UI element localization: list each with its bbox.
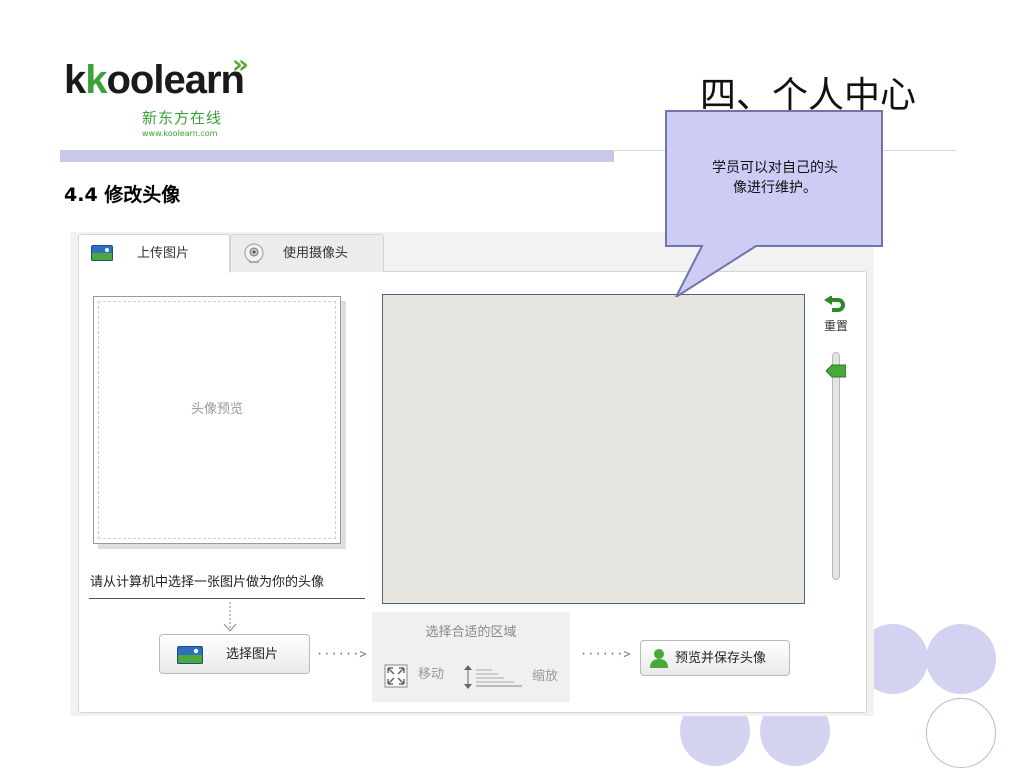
avatar-preview-inner [98,301,336,539]
select-picture-label: 选择图片 [226,647,279,662]
image-crop-area[interactable] [382,294,805,604]
flow-arrow: ······> [316,647,367,661]
koolearn-logo-wordmark: kkoolearn [64,56,245,104]
logo-chevron-icon: » [232,50,249,80]
picture-icon [91,245,113,261]
move-label: 移动 [418,667,445,682]
webcam-icon [243,242,265,264]
move-icon [384,664,408,688]
select-picture-button[interactable]: 选择图片 [159,634,310,674]
tab-use-webcam[interactable]: 使用摄像头 [230,234,384,272]
callout-line-1: 学员可以对自己的头 [712,160,838,176]
callout-text: 学员可以对自己的头 像进行维护。 [672,158,878,198]
picture-icon [177,646,203,664]
callout-bubble [664,109,884,300]
zoom-label: 缩放 [532,669,559,684]
tab-upload-picture-label: 上传图片 [137,246,190,261]
preview-and-save-button[interactable]: 预览并保存头像 [640,640,790,676]
tab-use-webcam-label: 使用摄像头 [283,246,349,261]
region-title: 选择合适的区域 [425,625,517,640]
zoom-icon [462,664,522,690]
reset-icon[interactable] [824,295,846,314]
zoom-slider-thumb[interactable] [825,363,847,378]
down-arrow-icon [220,600,240,634]
callout-line-2: 像进行维护。 [733,180,817,196]
logo-text-oolearn: oolearn [106,58,245,102]
upload-instruction: 请从计算机中选择一张图片做为你的头像 [90,575,325,590]
tab-upload-picture[interactable]: 上传图片 [78,234,230,273]
decor-circle-outline [926,698,996,768]
section-title: 4.4 修改头像 [64,184,181,206]
logo-letter-k: k [64,58,86,102]
instruction-underline [89,598,365,599]
logo-letter-k-green: k [85,58,107,102]
avatar-preview-label: 头像预览 [190,402,243,417]
preview-and-save-label: 预览并保存头像 [675,651,767,666]
logo-chinese-name: 新东方在线 [142,109,223,127]
reset-button-label[interactable]: 重置 [818,318,854,334]
flow-arrow: ······> [580,647,631,661]
zoom-slider-track[interactable] [832,352,840,580]
header-rule-bar [60,150,614,162]
user-icon [650,648,668,668]
logo-url: www.koolearn.com [142,129,218,138]
decor-circle [926,624,996,694]
